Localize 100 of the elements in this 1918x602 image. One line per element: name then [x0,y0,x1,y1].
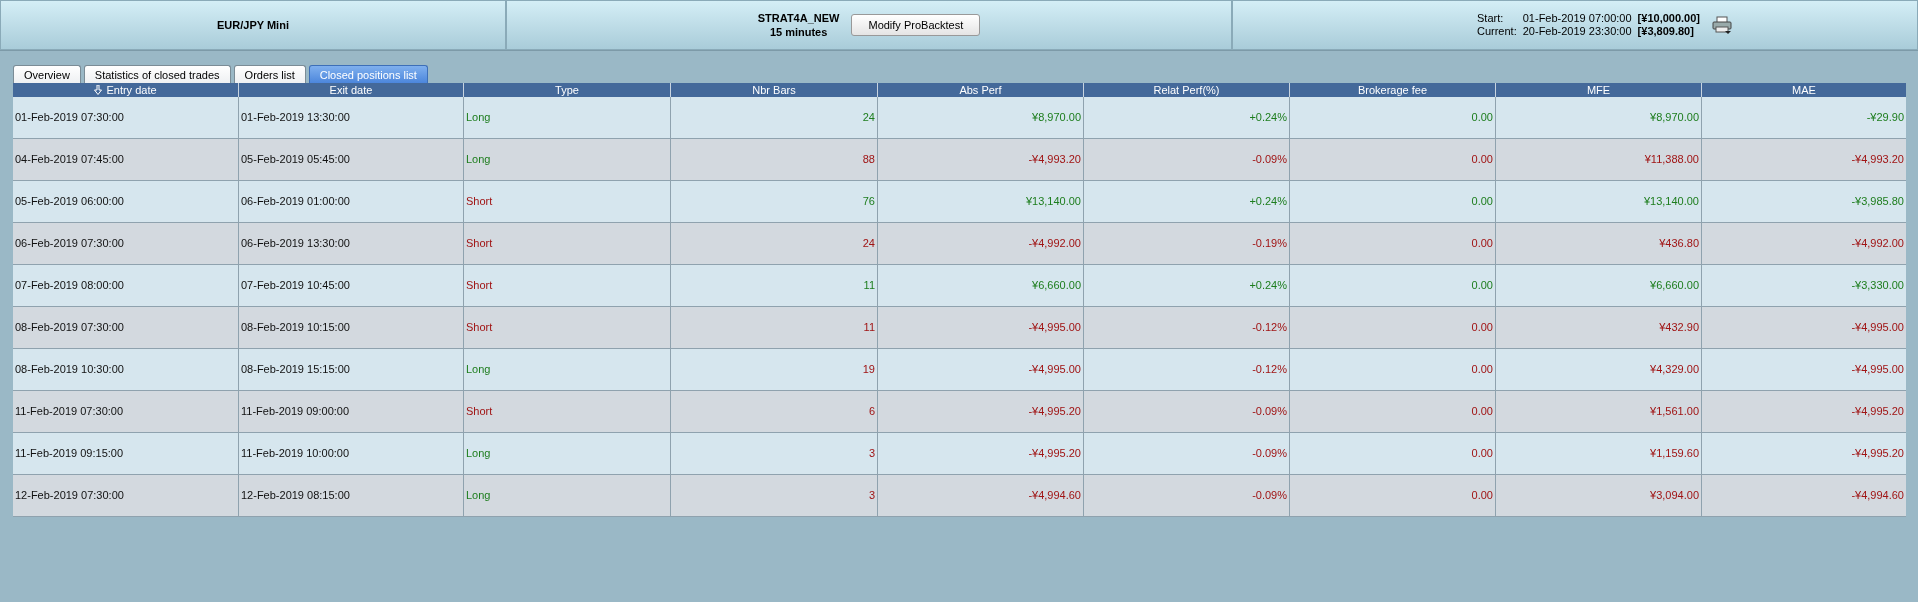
table-cell: Long [463,139,670,181]
table-cell: -¥3,330.00 [1701,265,1906,307]
table-cell: Long [463,349,670,391]
table-cell: 08-Feb-2019 07:30:00 [13,307,238,349]
table-cell: 0.00 [1289,475,1495,517]
table-cell: ¥6,660.00 [1495,265,1701,307]
table-cell: -¥4,993.20 [1701,139,1906,181]
table-cell: 11-Feb-2019 10:00:00 [238,433,463,475]
table-cell: 0.00 [1289,307,1495,349]
table-cell: 12-Feb-2019 08:15:00 [238,475,463,517]
current-capital: [¥3,809.80] [1637,25,1695,38]
table-cell: -¥4,995.00 [877,307,1083,349]
table-cell: 0.00 [1289,391,1495,433]
table-cell: Short [463,265,670,307]
column-header[interactable]: Entry date [13,83,238,97]
table-cell: +0.24% [1083,181,1289,223]
table-cell: 01-Feb-2019 13:30:00 [238,97,463,139]
printer-icon[interactable] [1712,16,1732,34]
instrument-name: EUR/JPY Mini [217,19,289,31]
table-cell: 08-Feb-2019 10:30:00 [13,349,238,391]
table-cell: 0.00 [1289,139,1495,181]
table-cell: ¥4,329.00 [1495,349,1701,391]
table-cell: ¥436.80 [1495,223,1701,265]
table-cell: Short [463,391,670,433]
table-cell: 07-Feb-2019 10:45:00 [238,265,463,307]
table-cell: ¥6,660.00 [877,265,1083,307]
table-cell: -0.12% [1083,349,1289,391]
table-cell: Long [463,97,670,139]
start-capital: [¥10,000.00] [1637,12,1700,25]
table-cell: 08-Feb-2019 10:15:00 [238,307,463,349]
table-cell: -0.09% [1083,475,1289,517]
table-cell: 0.00 [1289,97,1495,139]
table-cell: -¥3,985.80 [1701,181,1906,223]
table-cell: 24 [670,223,877,265]
table-cell: 12-Feb-2019 07:30:00 [13,475,238,517]
column-header[interactable]: Abs Perf [877,83,1083,97]
table-cell: +0.24% [1083,97,1289,139]
table-cell: -¥4,995.00 [877,349,1083,391]
table-cell: Short [463,307,670,349]
table-cell: 05-Feb-2019 06:00:00 [13,181,238,223]
table-cell: ¥1,561.00 [1495,391,1701,433]
column-header[interactable]: Brokerage fee [1289,83,1495,97]
tab[interactable]: Orders list [233,65,306,83]
table-cell: 0.00 [1289,223,1495,265]
table-cell: 0.00 [1289,349,1495,391]
table-cell: ¥1,159.60 [1495,433,1701,475]
tab[interactable]: Statistics of closed trades [83,65,231,83]
column-header[interactable]: Exit date [238,83,463,97]
table-cell: -0.09% [1083,391,1289,433]
modify-backtest-button[interactable]: Modify ProBacktest [851,14,981,36]
table-cell: 0.00 [1289,265,1495,307]
table-cell: -¥4,995.20 [1701,433,1906,475]
column-header[interactable]: Relat Perf(%) [1083,83,1289,97]
table-cell: 08-Feb-2019 15:15:00 [238,349,463,391]
table-cell: ¥13,140.00 [1495,181,1701,223]
table-cell: 05-Feb-2019 05:45:00 [238,139,463,181]
table-cell: 11 [670,307,877,349]
table-cell: 11 [670,265,877,307]
tab[interactable]: Overview [13,65,81,83]
table-cell: -¥4,995.20 [877,391,1083,433]
table-cell: -¥29.90 [1701,97,1906,139]
table-cell: -¥4,992.00 [1701,223,1906,265]
column-header[interactable]: Type [463,83,670,97]
table-cell: 11-Feb-2019 09:00:00 [238,391,463,433]
table-cell: -0.09% [1083,139,1289,181]
table-cell: -0.12% [1083,307,1289,349]
table-cell: 11-Feb-2019 09:15:00 [13,433,238,475]
table-cell: ¥13,140.00 [877,181,1083,223]
table-cell: 11-Feb-2019 07:30:00 [13,391,238,433]
table-cell: 6 [670,391,877,433]
table-cell: 3 [670,433,877,475]
current-label: Current: [1477,25,1517,38]
table-cell: 04-Feb-2019 07:45:00 [13,139,238,181]
table-cell: ¥11,388.00 [1495,139,1701,181]
table-cell: +0.24% [1083,265,1289,307]
column-header[interactable]: Nbr Bars [670,83,877,97]
table-cell: 06-Feb-2019 07:30:00 [13,223,238,265]
strategy-name: STRAT4A_NEW [757,11,840,25]
table-cell: Long [463,475,670,517]
column-header[interactable]: MFE [1495,83,1701,97]
column-header[interactable]: MAE [1701,83,1906,97]
table-cell: 3 [670,475,877,517]
table-cell: -¥4,994.60 [1701,475,1906,517]
table-cell: -¥4,992.00 [877,223,1083,265]
table-cell: ¥3,094.00 [1495,475,1701,517]
table-cell: Short [463,223,670,265]
start-label: Start: [1477,12,1505,25]
table-cell: -¥4,995.20 [877,433,1083,475]
table-cell: 01-Feb-2019 07:30:00 [13,97,238,139]
start-date: 01-Feb-2019 07:00:00 [1522,12,1632,25]
table-cell: 06-Feb-2019 13:30:00 [238,223,463,265]
table-cell: 06-Feb-2019 01:00:00 [238,181,463,223]
tab[interactable]: Closed positions list [308,65,428,83]
table-cell: -¥4,993.20 [877,139,1083,181]
timeframe: 15 minutes [768,25,829,39]
table-cell: 76 [670,181,877,223]
table-cell: -0.19% [1083,223,1289,265]
current-date: 20-Feb-2019 23:30:00 [1522,25,1632,38]
table-cell: 0.00 [1289,433,1495,475]
table-cell: ¥8,970.00 [1495,97,1701,139]
